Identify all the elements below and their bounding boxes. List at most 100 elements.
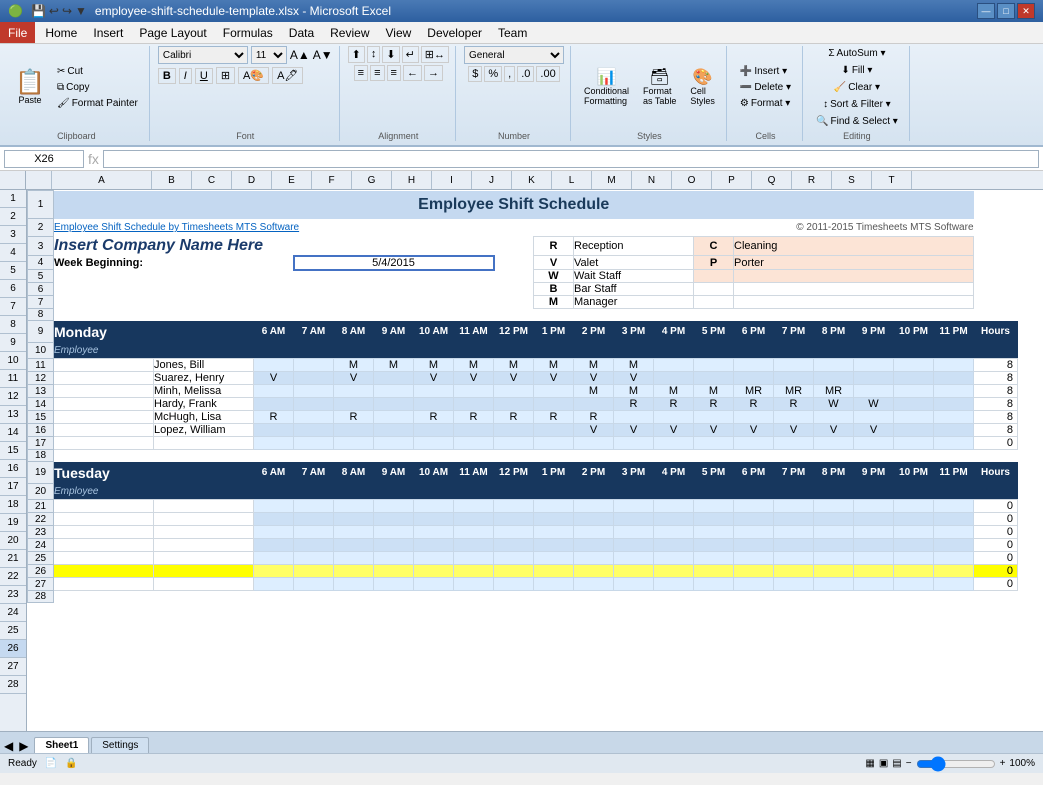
sort-filter-btn[interactable]: ↕Sort & Filter ▾ — [818, 97, 896, 112]
slot-17[interactable] — [454, 437, 494, 450]
format-cells-btn[interactable]: ⚙Format ▾ — [735, 96, 796, 111]
slot-13[interactable] — [934, 385, 974, 398]
monday-employee-header[interactable]: Employee — [54, 343, 254, 359]
slot-13[interactable]: MR — [734, 385, 774, 398]
slot-13[interactable] — [534, 385, 574, 398]
view-menu[interactable]: View — [378, 22, 420, 43]
grid-area[interactable]: 1Employee Shift Schedule2Employee Shift … — [27, 190, 1043, 731]
slot-13[interactable] — [374, 385, 414, 398]
info-link[interactable]: Employee Shift Schedule by Timesheets MT… — [54, 222, 299, 233]
slot-14[interactable]: R — [694, 398, 734, 411]
format-painter-btn[interactable]: 🖌Format Painter — [52, 96, 143, 111]
slot-16[interactable] — [534, 424, 574, 437]
slot-13[interactable]: M — [614, 385, 654, 398]
slot-12[interactable] — [934, 372, 974, 385]
employee-name-11[interactable]: Jones, Bill — [154, 359, 254, 372]
slot-12[interactable] — [294, 372, 334, 385]
slot-14[interactable]: R — [774, 398, 814, 411]
slot-15[interactable] — [294, 411, 334, 424]
font-color-btn[interactable]: A🖊 — [272, 67, 303, 84]
slot-12[interactable] — [374, 372, 414, 385]
slot-11[interactable] — [654, 359, 694, 372]
insert-cells-btn[interactable]: ➕Insert ▾ — [735, 64, 796, 79]
monday-header[interactable]: Monday — [54, 321, 254, 343]
slot-13[interactable] — [894, 385, 934, 398]
sheet-tab-settings[interactable]: Settings — [91, 737, 149, 753]
slot-14[interactable]: R — [614, 398, 654, 411]
tue-hours-22[interactable]: 0 — [974, 513, 1018, 526]
slot-11[interactable]: M — [494, 359, 534, 372]
redo-quick-btn[interactable]: ↪ — [62, 4, 72, 18]
cell-styles-btn[interactable]: 🎨 CellStyles — [685, 67, 720, 109]
slot-17[interactable] — [614, 437, 654, 450]
slot-11[interactable]: M — [334, 359, 374, 372]
page-layout-view-btn[interactable]: ▣ — [879, 758, 888, 769]
slot-15[interactable] — [374, 411, 414, 424]
slot-11[interactable] — [854, 359, 894, 372]
align-center-btn[interactable]: ≡ — [370, 65, 384, 81]
slot-17[interactable] — [374, 437, 414, 450]
align-bottom-btn[interactable]: ⬇ — [382, 46, 399, 63]
tue-hours-21[interactable]: 0 — [974, 500, 1018, 513]
decrease-indent-btn[interactable]: ← — [403, 65, 422, 81]
slot-11[interactable]: M — [454, 359, 494, 372]
slot-11[interactable] — [894, 359, 934, 372]
slot-11[interactable]: M — [534, 359, 574, 372]
slot-16[interactable]: V — [734, 424, 774, 437]
slot-14[interactable] — [534, 398, 574, 411]
copyright-text[interactable]: © 2011-2015 Timesheets MTS Software — [574, 219, 974, 237]
slot-16[interactable]: V — [854, 424, 894, 437]
slot-17[interactable] — [854, 437, 894, 450]
slot-15[interactable] — [734, 411, 774, 424]
monday-hours-header[interactable]: Hours — [974, 321, 1018, 343]
slot-14[interactable] — [254, 398, 294, 411]
slot-17[interactable] — [414, 437, 454, 450]
hours-13[interactable]: 8 — [974, 385, 1018, 398]
slot-11[interactable] — [254, 359, 294, 372]
autosum-btn[interactable]: ΣAutoSum ▾ — [823, 46, 890, 61]
slot-11[interactable] — [934, 359, 974, 372]
slot-16[interactable]: V — [614, 424, 654, 437]
font-name-select[interactable]: Calibri — [158, 46, 248, 64]
delete-cells-btn[interactable]: ➖Delete ▾ — [735, 80, 796, 95]
slot-16[interactable]: V — [814, 424, 854, 437]
slot-14[interactable]: R — [734, 398, 774, 411]
border-btn[interactable]: ⊞ — [216, 67, 235, 84]
slot-12[interactable] — [774, 372, 814, 385]
week-beginning-label[interactable]: Week Beginning: — [54, 256, 294, 270]
employee-name-16[interactable]: Lopez, William — [154, 424, 254, 437]
slot-15[interactable]: R — [454, 411, 494, 424]
slot-14[interactable] — [374, 398, 414, 411]
slot-17[interactable] — [494, 437, 534, 450]
sheet-nav-right[interactable]: ▶ — [19, 739, 28, 753]
slot-12[interactable]: V — [414, 372, 454, 385]
slot-16[interactable] — [294, 424, 334, 437]
slot-17[interactable] — [334, 437, 374, 450]
hours-15[interactable]: 8 — [974, 411, 1018, 424]
slot-12[interactable]: V — [334, 372, 374, 385]
tue-hours-24[interactable]: 0 — [974, 539, 1018, 552]
percent-btn[interactable]: % — [484, 66, 502, 82]
employee-name-15[interactable]: McHugh, Lisa — [154, 411, 254, 424]
merge-btn[interactable]: ⊞↔ — [421, 46, 449, 63]
sheet-tab-sheet1[interactable]: Sheet1 — [34, 737, 89, 753]
slot-16[interactable] — [334, 424, 374, 437]
slot-15[interactable]: R — [494, 411, 534, 424]
name-box[interactable] — [4, 150, 84, 168]
slot-12[interactable]: V — [614, 372, 654, 385]
slot-17[interactable] — [654, 437, 694, 450]
slot-14[interactable] — [894, 398, 934, 411]
week-date[interactable]: 5/4/2015 — [294, 256, 494, 270]
slot-15[interactable] — [894, 411, 934, 424]
slot-16[interactable] — [374, 424, 414, 437]
fill-color-btn[interactable]: A🎨 — [238, 67, 269, 84]
slot-16[interactable] — [454, 424, 494, 437]
slot-14[interactable] — [574, 398, 614, 411]
slot-11[interactable]: M — [374, 359, 414, 372]
slot-16[interactable]: V — [774, 424, 814, 437]
hours-11[interactable]: 8 — [974, 359, 1018, 372]
employee-name-14[interactable]: Hardy, Frank — [154, 398, 254, 411]
slot-12[interactable]: V — [494, 372, 534, 385]
formula-input[interactable] — [103, 150, 1039, 168]
home-menu[interactable]: Home — [37, 22, 85, 43]
